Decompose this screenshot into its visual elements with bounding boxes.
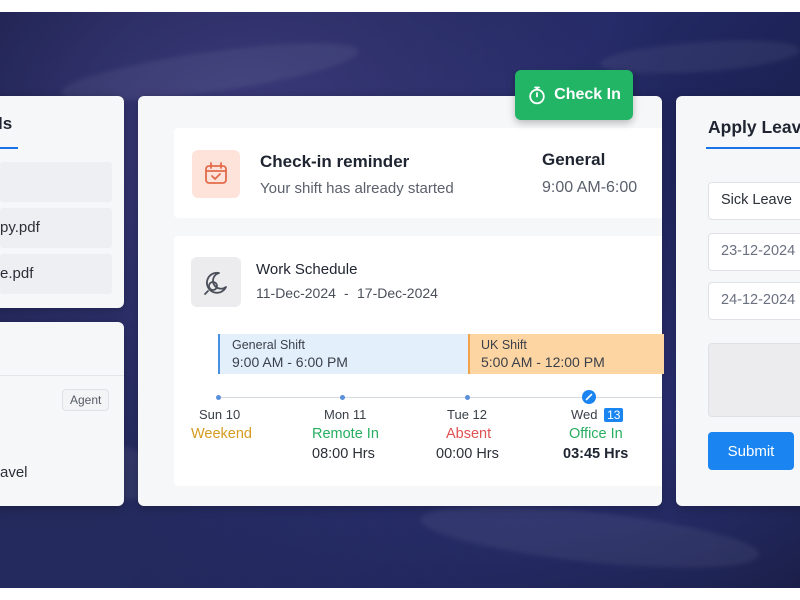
shift-bar-time: 5:00 AM - 12:00 PM [481,354,605,370]
documents-tab-indicator [0,147,18,149]
check-in-label: Check In [554,86,621,103]
reminder-title: Check-in reminder [260,152,410,171]
day-name: Mon [324,407,350,422]
submit-label: Submit [727,442,775,460]
day-hours: 03:45 Hrs [563,446,629,462]
day-hours: 00:00 Hrs [436,446,499,462]
day-name: Tue [447,407,469,422]
file-row[interactable]: py.pdf [0,208,112,248]
schedule-end-date: 17-Dec-2024 [357,285,438,301]
shift-name: General [542,150,606,169]
calendar-icon [192,150,240,198]
to-date-field[interactable]: 24-12-2024 [708,282,800,320]
reminder-subtitle: Your shift has already started [260,180,454,197]
reminder-panel [174,128,662,218]
documents-title: ls [0,114,13,133]
apply-leave-title: Apply Leav [708,117,800,137]
from-date-field[interactable]: 23-12-2024 [708,233,800,271]
day-date: 12 [472,407,488,422]
submit-button[interactable]: Submit [708,432,794,470]
shift-bar-time: 9:00 AM - 6:00 PM [232,354,348,370]
day-status: Absent [446,426,492,442]
moon-sun-icon [191,257,241,307]
day-label-sun: Sun 10 [199,407,240,422]
timeline-dot [216,395,221,400]
day-hours: 08:00 Hrs [312,446,375,462]
day-status: Remote In [312,426,379,442]
shift-bar-uk[interactable]: UK Shift 5:00 AM - 12:00 PM [468,334,664,374]
day-label-tue: Tue 12 [447,407,487,422]
day-date: 10 [225,407,241,422]
to-date-value: 24-12-2024 [721,292,796,308]
day-date: 11 [352,407,367,422]
file-row[interactable]: e.pdf [0,254,112,294]
reason-textarea[interactable] [708,343,800,417]
file-name: e.pdf [0,265,34,282]
leave-type-value: Sick Leave [721,192,792,208]
day-status: Office In [569,426,623,442]
list-item: avel [0,464,28,481]
schedule-date-separator: - [344,285,349,301]
shift-bar-name: General Shift [232,338,305,352]
timeline-dot [465,395,470,400]
edit-pin-icon[interactable] [582,390,596,404]
apply-leave-tab-indicator [706,147,800,149]
check-in-button[interactable]: Check In [515,70,633,120]
day-name: Sun [199,407,223,422]
timeline-dot [340,395,345,400]
day-label-wed: Wed 13 [571,407,624,422]
leave-type-select[interactable]: Sick Leave [708,182,800,220]
shift-time: 9:00 AM-6:00 [542,179,638,196]
stopwatch-icon [529,86,545,105]
file-name: py.pdf [0,219,40,236]
agent-badge: Agent [62,389,110,411]
today-date-badge: 13 [604,408,624,422]
shift-bar-general[interactable]: General Shift 9:00 AM - 6:00 PM [218,334,470,374]
from-date-value: 23-12-2024 [721,243,796,259]
shift-bar-name: UK Shift [481,338,527,352]
file-row-empty[interactable] [0,162,112,202]
day-name: Wed [571,407,598,422]
day-status: Weekend [191,426,252,442]
day-label-mon: Mon 11 [324,407,366,422]
divider [0,375,124,376]
schedule-start-date: 11-Dec-2024 [256,285,336,301]
schedule-title: Work Schedule [256,261,358,278]
